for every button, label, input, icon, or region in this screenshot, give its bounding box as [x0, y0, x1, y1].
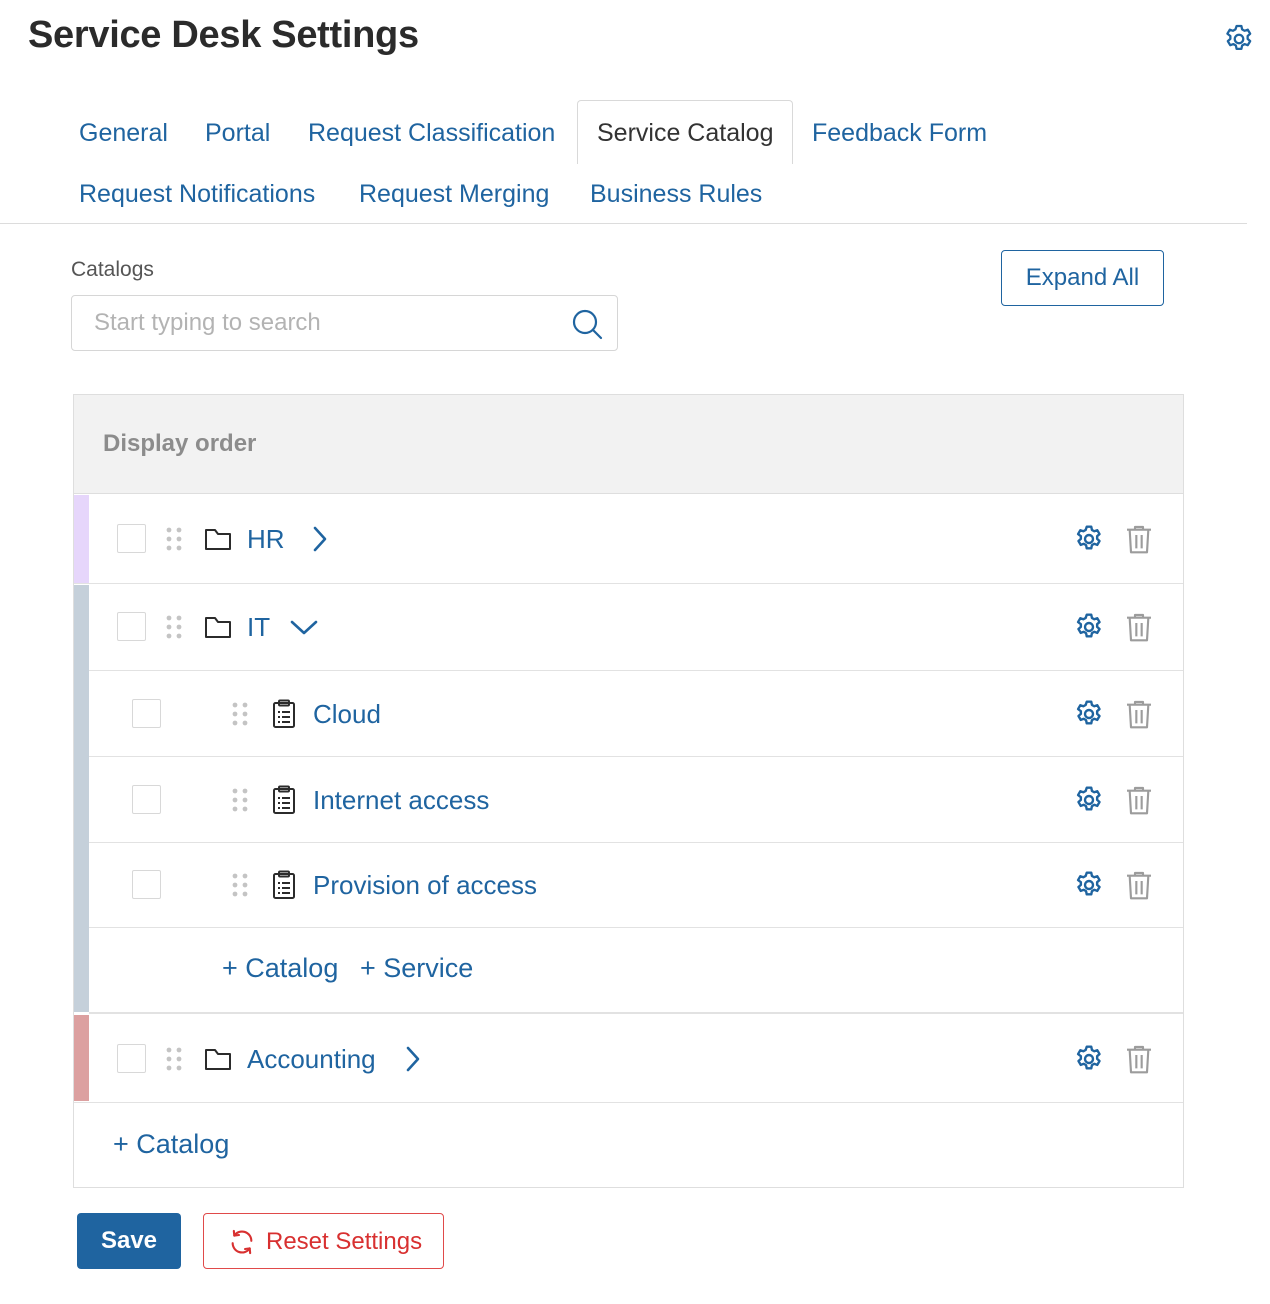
service-row-cloud: Cloud: [89, 671, 1183, 757]
drag-handle-icon[interactable]: [165, 1045, 183, 1073]
chevron-right-icon[interactable]: [305, 524, 335, 554]
search-icon[interactable]: [570, 307, 604, 341]
trash-icon[interactable]: [1123, 869, 1155, 901]
folder-icon: [205, 617, 231, 638]
trash-icon[interactable]: [1123, 611, 1155, 643]
table-header: Display order: [74, 395, 1183, 494]
service-row-internet-access: Internet access: [89, 757, 1183, 843]
clipboard-list-icon: [273, 699, 295, 728]
gear-icon[interactable]: [1073, 1043, 1105, 1075]
expand-all-button[interactable]: Expand All: [1001, 250, 1164, 306]
tab-feedback-form[interactable]: Feedback Form: [812, 119, 987, 147]
tab-request-classification[interactable]: Request Classification: [308, 119, 555, 147]
row-checkbox[interactable]: [117, 524, 146, 553]
row-checkbox[interactable]: [132, 785, 161, 814]
add-catalog-link[interactable]: + Catalog: [222, 953, 338, 984]
it-add-row: + Catalog + Service: [89, 928, 1183, 1014]
drag-handle-icon[interactable]: [231, 700, 249, 728]
chevron-down-icon[interactable]: [289, 612, 319, 642]
catalogs-label: Catalogs: [71, 258, 154, 281]
folder-icon: [205, 529, 231, 550]
folder-icon: [205, 1049, 231, 1070]
reset-settings-button[interactable]: Reset Settings: [203, 1213, 444, 1269]
tab-portal[interactable]: Portal: [205, 119, 270, 147]
catalog-label[interactable]: HR: [247, 524, 285, 555]
catalog-row-accounting: Accounting: [74, 1015, 1183, 1103]
row-checkbox[interactable]: [132, 870, 161, 899]
search-field: [71, 295, 618, 351]
row-color-stripe: [74, 495, 89, 583]
gear-icon[interactable]: [1073, 784, 1105, 816]
row-checkbox[interactable]: [117, 612, 146, 641]
trash-icon[interactable]: [1123, 523, 1155, 555]
search-input[interactable]: [72, 296, 562, 350]
row-color-stripe: [74, 1015, 89, 1101]
refresh-icon: [231, 1229, 253, 1255]
drag-handle-icon[interactable]: [231, 786, 249, 814]
gear-icon[interactable]: [1073, 869, 1105, 901]
gear-icon[interactable]: [1222, 22, 1256, 56]
service-label[interactable]: Provision of access: [313, 870, 537, 901]
catalog-label[interactable]: Accounting: [247, 1044, 376, 1075]
chevron-right-icon[interactable]: [398, 1044, 428, 1074]
catalog-row-hr: HR: [74, 495, 1183, 584]
trash-icon[interactable]: [1123, 698, 1155, 730]
trash-icon[interactable]: [1123, 1043, 1155, 1075]
service-label[interactable]: Cloud: [313, 699, 381, 730]
page-title: Service Desk Settings: [28, 14, 419, 56]
tab-service-catalog[interactable]: Service Catalog: [577, 100, 793, 164]
clipboard-list-icon: [273, 785, 295, 814]
tab-business-rules[interactable]: Business Rules: [590, 180, 762, 208]
trash-icon[interactable]: [1123, 784, 1155, 816]
drag-handle-icon[interactable]: [231, 871, 249, 899]
catalog-row-it: IT: [74, 584, 1183, 671]
row-checkbox[interactable]: [132, 699, 161, 728]
service-row-provision-of-access: Provision of access: [89, 843, 1183, 928]
row-color-stripe: [74, 585, 89, 1012]
display-order-heading: Display order: [103, 430, 257, 457]
tab-request-notifications[interactable]: Request Notifications: [79, 180, 315, 208]
gear-icon[interactable]: [1073, 611, 1105, 643]
gear-icon[interactable]: [1073, 523, 1105, 555]
catalog-label[interactable]: IT: [247, 612, 270, 643]
drag-handle-icon[interactable]: [165, 613, 183, 641]
settings-tabs: General Portal Request Classification Se…: [0, 100, 1247, 224]
reset-settings-label: Reset Settings: [266, 1228, 423, 1255]
tab-request-merging[interactable]: Request Merging: [359, 180, 549, 208]
clipboard-list-icon: [273, 870, 295, 899]
drag-handle-icon[interactable]: [165, 525, 183, 553]
tab-general[interactable]: General: [79, 119, 168, 147]
service-label[interactable]: Internet access: [313, 785, 489, 816]
gear-icon[interactable]: [1073, 698, 1105, 730]
save-button[interactable]: Save: [77, 1213, 181, 1269]
row-checkbox[interactable]: [117, 1044, 146, 1073]
add-service-link[interactable]: + Service: [360, 953, 473, 984]
catalog-table: Display order HR IT Cloud Internet acces…: [73, 394, 1184, 1188]
add-catalog-link[interactable]: + Catalog: [113, 1129, 229, 1160]
